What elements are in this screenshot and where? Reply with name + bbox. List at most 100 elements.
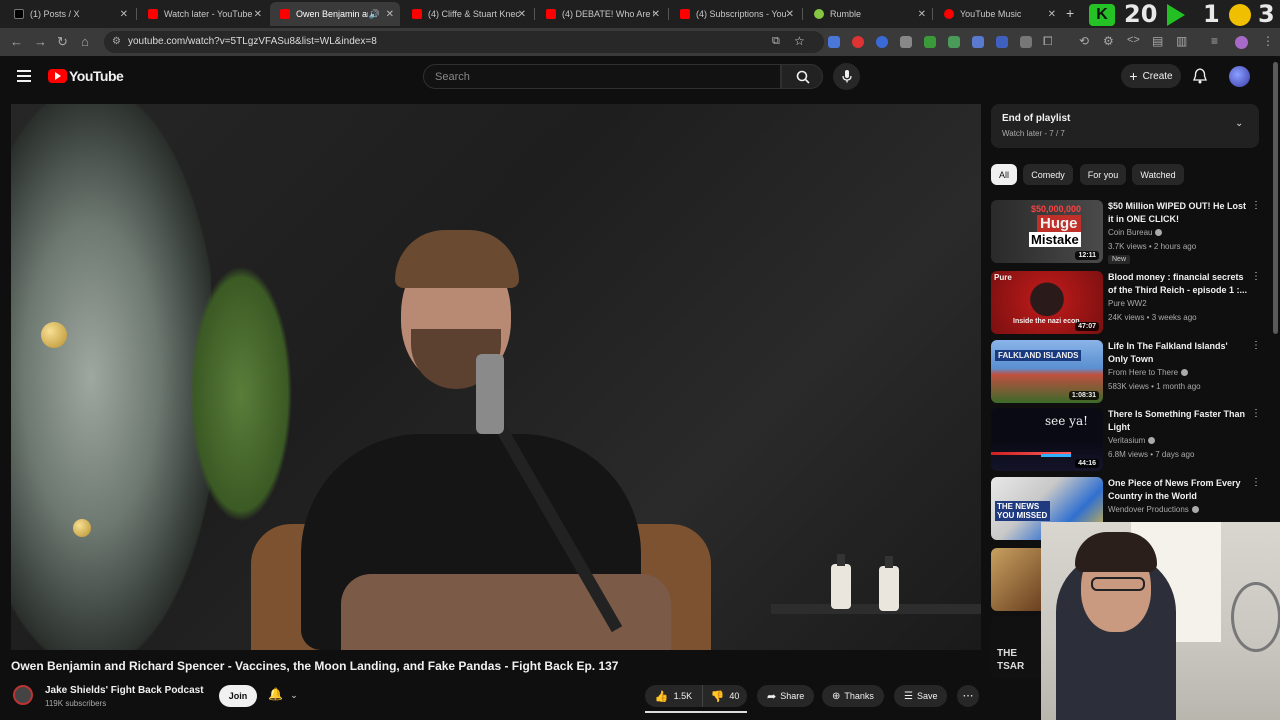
voice-search-button[interactable]	[833, 63, 860, 90]
more-options-icon[interactable]: ⋮	[1251, 477, 1261, 488]
extension-icon[interactable]	[852, 36, 864, 48]
extension-icon[interactable]	[1020, 36, 1032, 48]
site-info-icon[interactable]: ⚙	[112, 36, 121, 47]
profile-avatar[interactable]	[1235, 36, 1248, 49]
recommendation-channel[interactable]: Coin Bureau	[1108, 228, 1163, 237]
close-icon[interactable]: ✕	[652, 9, 660, 20]
thumbnail-text: THE NEWS YOU MISSED	[995, 501, 1050, 521]
more-actions-icon[interactable]: ⋯	[957, 685, 979, 707]
more-options-icon[interactable]: ⋮	[1251, 340, 1261, 351]
video-thumbnail[interactable]: FALKLAND ISLANDS 1:08:31	[991, 340, 1103, 403]
search-input[interactable]: Search	[423, 64, 781, 89]
recommendation-title[interactable]: Life In The Falkland Islands' Only Town	[1108, 340, 1248, 366]
install-icon[interactable]: ⧉	[772, 35, 780, 48]
browser-tab[interactable]: Watch later - YouTube ✕	[138, 2, 268, 26]
video-player[interactable]	[11, 104, 981, 650]
settings-icon[interactable]: ⚙	[1103, 34, 1114, 48]
save-button[interactable]: ☰ Save	[894, 685, 948, 707]
recommendation-item[interactable]: FALKLAND ISLANDS 1:08:31 Life In The Fal…	[991, 340, 1261, 406]
recommendation-channel[interactable]: Wendover Productions	[1108, 505, 1199, 514]
chip-for-you[interactable]: For you	[1080, 164, 1126, 185]
close-icon[interactable]: ✕	[786, 9, 794, 20]
like-button[interactable]: 👍 1.5K	[645, 685, 703, 707]
close-icon[interactable]: ✕	[120, 9, 128, 20]
hamburger-menu-icon[interactable]	[17, 70, 31, 82]
notifications-bell-icon[interactable]	[1193, 68, 1207, 84]
join-button[interactable]: Join	[219, 685, 257, 707]
more-options-icon[interactable]: ⋮	[1251, 408, 1261, 419]
home-icon[interactable]: ⌂	[81, 34, 89, 49]
channel-name[interactable]: Jake Shields' Fight Back Podcast	[45, 685, 204, 696]
devtools-icon[interactable]: <>	[1127, 34, 1140, 46]
extension-icon[interactable]	[828, 36, 840, 48]
page-scrollbar[interactable]	[1273, 62, 1278, 334]
close-icon[interactable]: ✕	[1048, 9, 1056, 20]
close-icon[interactable]: ✕	[918, 9, 926, 20]
recommendation-title[interactable]: Blood money : financial secrets of the T…	[1108, 271, 1248, 297]
browser-tab[interactable]: (4) Cliffe & Stuart Knech ✕	[402, 2, 532, 26]
browser-tab-active[interactable]: Owen Benjamin and 🔊 ✕	[270, 2, 400, 26]
extension-icon[interactable]	[876, 36, 888, 48]
recommendation-channel[interactable]: Veritasium	[1108, 436, 1156, 445]
side-panel-icon[interactable]: ▥	[1176, 34, 1187, 48]
share-button[interactable]: ➦ Share	[757, 685, 815, 707]
recommendation-channel[interactable]: From Here to There	[1108, 368, 1189, 377]
speaker-icon[interactable]: 🔊	[369, 9, 380, 20]
bookmark-star-icon[interactable]: ☆	[794, 34, 805, 48]
chevron-down-icon[interactable]: ⌄	[1235, 118, 1243, 129]
extension-icon[interactable]	[996, 36, 1008, 48]
close-icon[interactable]: ✕	[254, 9, 262, 20]
browser-tab[interactable]: YouTube Music ✕	[934, 2, 1062, 26]
close-icon[interactable]: ✕	[518, 9, 526, 20]
dislike-button[interactable]: 👎 40	[703, 685, 747, 707]
recommendation-title[interactable]: $50 Million WIPED OUT! He Lost it in ONE…	[1108, 200, 1248, 226]
extension-icon[interactable]	[924, 36, 936, 48]
downloads-icon[interactable]: ≡	[1211, 34, 1218, 48]
extensions-puzzle-icon[interactable]: ⧠	[1043, 34, 1053, 49]
search-button[interactable]	[781, 64, 823, 89]
playlist-panel[interactable]: End of playlist Watch later - 7 / 7 ⌄	[991, 104, 1259, 148]
forward-icon[interactable]: →	[34, 34, 47, 49]
url-text[interactable]: youtube.com/watch?v=5TLgzVFASu8&list=WL&…	[128, 36, 377, 47]
video-thumbnail[interactable]: see ya! 44:16	[991, 408, 1103, 471]
recommendation-item[interactable]: $50,000,000 Huge Mistake 12:11 $50 Milli…	[991, 200, 1261, 266]
browser-tab[interactable]: (1) Posts / X ✕	[4, 2, 134, 26]
youtube-logo-icon[interactable]	[48, 69, 67, 83]
address-bar[interactable]: ⚙ youtube.com/watch?v=5TLgzVFASu8&list=W…	[104, 31, 824, 53]
thanks-button[interactable]: ⊕ Thanks	[822, 685, 884, 707]
more-options-icon[interactable]: ⋮	[1251, 200, 1261, 211]
browser-tab[interactable]: (4) DEBATE! Who Are th ✕	[536, 2, 666, 26]
recommendation-channel[interactable]: Pure WW2	[1108, 299, 1147, 308]
account-avatar[interactable]	[1229, 66, 1250, 87]
video-thumbnail[interactable]: Pure Inside the nazi econ 47:07	[991, 271, 1103, 334]
video-thumbnail-partial[interactable]	[991, 548, 1041, 611]
extension-icon[interactable]	[948, 36, 960, 48]
back-icon[interactable]: ←	[10, 34, 23, 49]
chip-comedy[interactable]: Comedy	[1023, 164, 1073, 185]
host-legs	[341, 574, 671, 650]
new-tab-icon[interactable]: +	[1066, 5, 1074, 21]
channel-avatar[interactable]	[13, 685, 33, 705]
recommendation-title[interactable]: There Is Something Faster Than Light	[1108, 408, 1248, 434]
history-icon[interactable]: ⟲	[1079, 34, 1089, 48]
reload-icon[interactable]: ↻	[57, 34, 68, 50]
extension-icon[interactable]	[900, 36, 912, 48]
reading-list-icon[interactable]: ▤	[1152, 34, 1163, 48]
recommendation-item[interactable]: see ya! 44:16 There Is Something Faster …	[991, 408, 1261, 474]
create-button[interactable]: + Create	[1121, 64, 1181, 88]
chip-watched[interactable]: Watched	[1132, 164, 1184, 185]
chip-all[interactable]: All	[991, 164, 1017, 185]
recommendation-title[interactable]: One Piece of News From Every Country in …	[1108, 477, 1248, 503]
browser-tab[interactable]: Rumble ✕	[804, 2, 932, 26]
browser-tab[interactable]: (4) Subscriptions - YouT ✕	[670, 2, 800, 26]
close-icon[interactable]: ✕	[386, 9, 394, 20]
youtube-wordmark[interactable]: YouTube	[69, 68, 124, 84]
more-options-icon[interactable]: ⋮	[1251, 271, 1261, 282]
browser-toolbar: ← → ↻ ⌂ ⚙ youtube.com/watch?v=5TLgzVFASu…	[0, 28, 1280, 56]
subscription-bell-button[interactable]: 🔔 ⌄	[268, 687, 298, 701]
video-thumbnail[interactable]: $50,000,000 Huge Mistake 12:11	[991, 200, 1103, 263]
recommendation-item[interactable]: Pure Inside the nazi econ 47:07 Blood mo…	[991, 271, 1261, 337]
browser-menu-icon[interactable]: ⋮	[1262, 34, 1274, 48]
extension-icon[interactable]	[972, 36, 984, 48]
video-thumbnail-partial[interactable]: THE TSAR	[991, 616, 1041, 679]
